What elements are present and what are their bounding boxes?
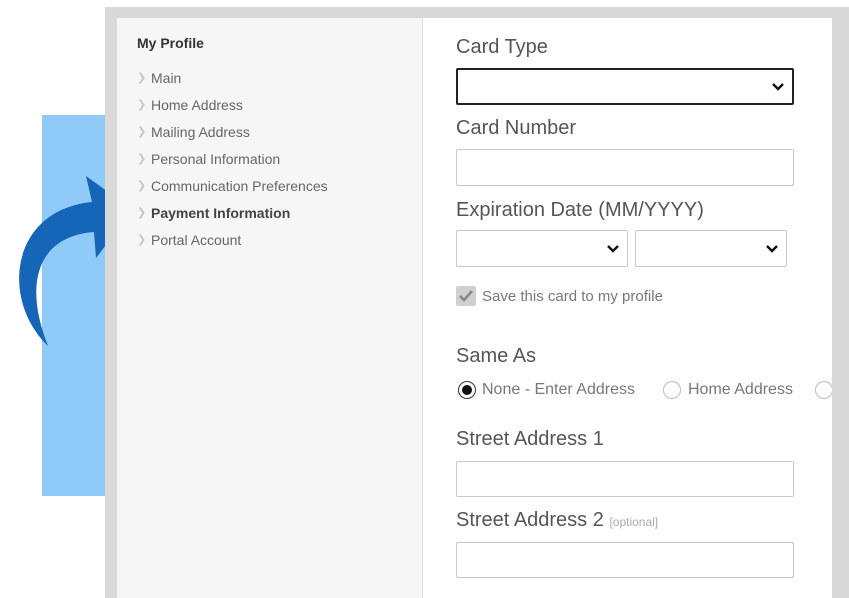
chevron-right-icon: ❯ [137,234,147,246]
sidebar-item-portal-account[interactable]: ❯ Portal Account [137,233,328,260]
sidebar-item-personal-information[interactable]: ❯ Personal Information [137,152,328,179]
card-number-input[interactable] [456,149,794,186]
sidebar-item-label: Personal Information [151,151,281,167]
chevron-right-icon: ❯ [137,207,147,219]
street-address-2-input[interactable] [456,542,794,578]
chevron-right-icon: ❯ [137,153,147,165]
profile-sidebar: My Profile ❯ Main ❯ Home Address ❯ Mailing … [117,18,423,598]
card-type-select[interactable] [456,68,794,105]
sidebar-nav: ❯ Main ❯ Home Address ❯ Mailing Address ❯ Pe… [137,71,328,260]
radio-home-address[interactable] [663,381,681,399]
sidebar-item-label: Main [151,70,182,86]
payment-form: Card Type Card Number Expiration Date (M… [423,18,832,598]
radio-mailing-address[interactable] [815,381,832,399]
street-address-2-label: Street Address 2 [optional] [456,509,658,532]
card-number-label: Card Number [456,117,577,139]
sidebar-item-label: Payment Information [151,205,291,221]
expiration-year-select[interactable] [635,230,787,267]
radio-label-none: None - Enter Address [482,381,635,398]
same-as-label: Same As [456,345,537,367]
expiration-date-label: Expiration Date (MM/YYYY) [456,199,704,221]
sidebar-item-main[interactable]: ❯ Main [137,71,328,98]
expiration-month-select[interactable] [456,230,628,267]
radio-label-home-address: Home Address [688,381,793,398]
chevron-right-icon: ❯ [137,180,147,192]
street-address-1-label: Street Address 1 [456,428,604,450]
sidebar-item-home-address[interactable]: ❯ Home Address [137,98,328,125]
sidebar-item-label: Portal Account [151,232,242,248]
chevron-down-icon [772,82,784,91]
chevron-down-icon [607,244,619,253]
save-card-checkbox[interactable] [456,286,476,306]
sidebar-item-label: Mailing Address [151,124,250,140]
chevron-right-icon: ❯ [137,99,147,111]
save-card-label: Save this card to my profile [482,288,663,305]
radio-none-enter-address[interactable] [458,381,476,399]
optional-hint: [optional] [609,515,659,529]
sidebar-item-label: Home Address [151,97,243,113]
chevron-right-icon: ❯ [137,126,147,138]
sidebar-title: My Profile [137,35,204,51]
chevron-down-icon [766,244,778,253]
chevron-right-icon: ❯ [137,72,147,84]
checkmark-icon [459,290,473,302]
sidebar-item-communication-preferences[interactable]: ❯ Communication Preferences [137,179,328,206]
street-address-1-input[interactable] [456,461,794,497]
sidebar-item-label: Communication Preferences [151,178,328,194]
card-type-label: Card Type [456,36,548,58]
street-address-2-label-text: Street Address 2 [456,509,604,531]
sidebar-item-mailing-address[interactable]: ❯ Mailing Address [137,125,328,152]
sidebar-item-payment-information[interactable]: ❯ Payment Information [137,206,328,233]
